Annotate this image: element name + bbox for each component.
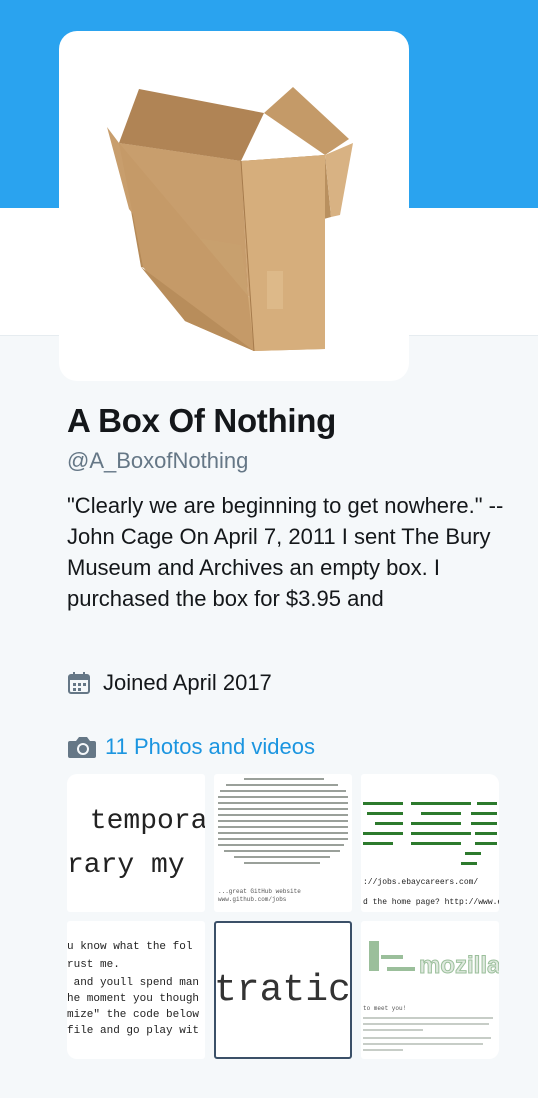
svg-text:mozilla: mozilla (419, 952, 499, 979)
calendar-icon (68, 672, 90, 694)
joined-label: Joined April 2017 (103, 670, 272, 695)
mozilla-text-lines (363, 1017, 493, 1051)
profile-bio: "Clearly we are beginning to get nowhere… (67, 493, 504, 611)
media-thumbnail[interactable]: u know what the fol rust me. and youll s… (67, 921, 205, 1059)
avatar[interactable] (59, 31, 409, 381)
camera-icon (68, 737, 96, 758)
ascii-art-image (218, 778, 348, 864)
cardboard-box-image (107, 87, 353, 352)
media-thumbnail[interactable]: mozilla to meet you! (361, 921, 499, 1059)
media-thumbnail[interactable]: tempora rary my (67, 774, 205, 912)
profile-handle[interactable]: @A_BoxofNothing (67, 448, 248, 474)
media-thumbnail-selected[interactable]: tratic (214, 921, 352, 1059)
photos-videos-label[interactable]: 11 Photos and videos (105, 734, 315, 760)
mozilla-ascii-logo: mozilla (369, 941, 499, 980)
joined-date: Joined April 2017 (67, 668, 272, 698)
media-thumbnail[interactable]: ://jobs.ebaycareers.com/ d the home page… (361, 774, 499, 912)
profile-name[interactable]: A Box Of Nothing (67, 402, 336, 440)
media-thumbnail[interactable]: ...great GitHub website www.github.com/j… (214, 774, 352, 912)
photos-videos-link[interactable]: 11 Photos and videos (67, 732, 315, 762)
ascii-logo-image (363, 802, 497, 865)
